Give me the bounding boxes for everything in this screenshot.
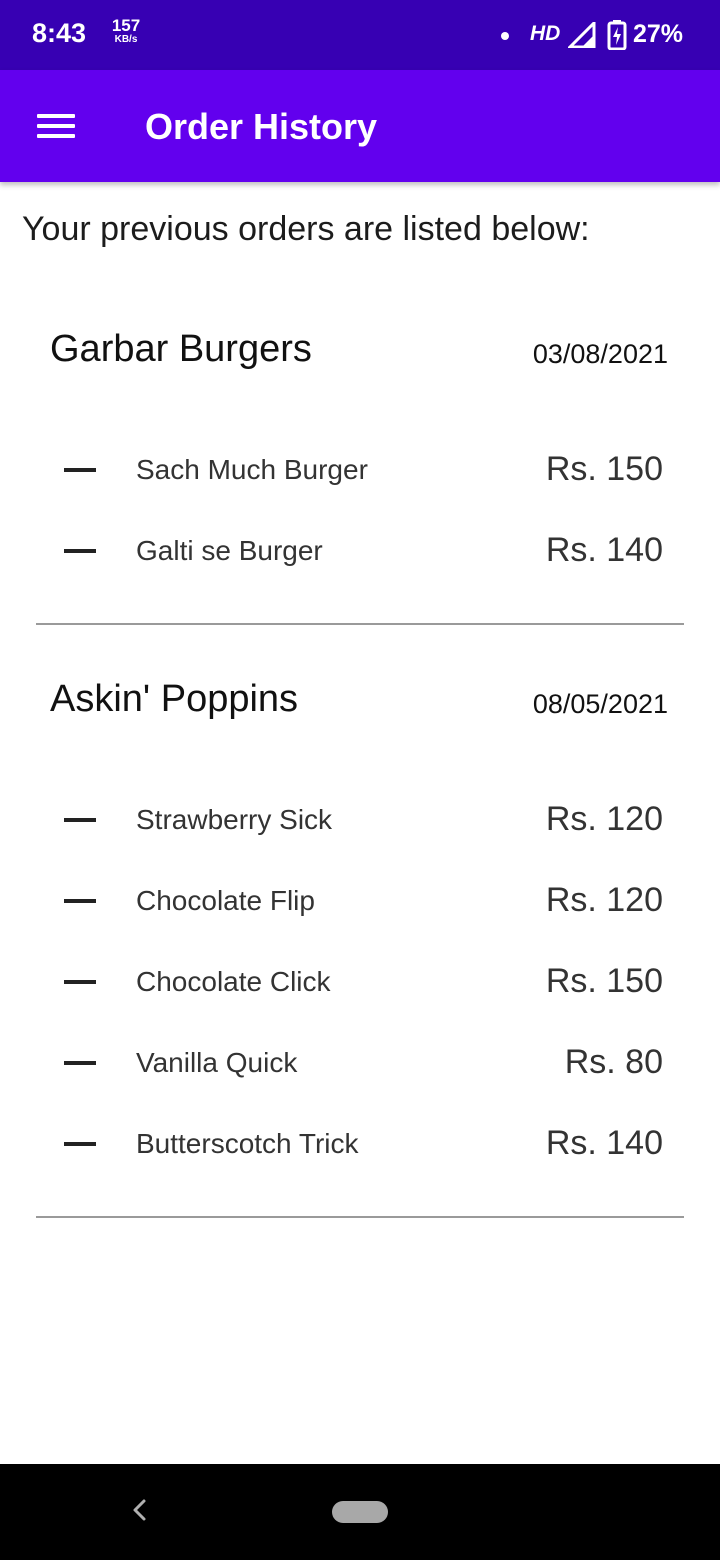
order-item-name: Butterscotch Trick <box>136 1128 359 1159</box>
order-item: Sach Much Burger Rs. 150 <box>0 450 720 500</box>
order-item: Chocolate Click Rs. 150 <box>0 962 720 1012</box>
network-speed: 157 KB/s <box>106 17 146 45</box>
order-restaurant-name: Garbar Burgers <box>50 328 312 370</box>
battery-percentage: 27% <box>633 20 684 48</box>
signal-icon <box>568 22 596 48</box>
dash-icon <box>64 899 96 903</box>
order-item-name: Chocolate Click <box>136 966 331 997</box>
order-restaurant-name: Askin' Poppins <box>50 678 299 720</box>
order-item-name: Sach Much Burger <box>136 454 368 485</box>
dash-icon <box>64 980 96 984</box>
order-item-price: Rs. 150 <box>545 962 663 1000</box>
order-divider <box>36 1216 684 1218</box>
dash-icon <box>64 549 96 553</box>
order-item-price: Rs. 140 <box>545 1124 663 1162</box>
order-item-price: Rs. 120 <box>545 800 663 838</box>
order-date: 03/08/2021 <box>532 339 668 369</box>
order-item-price: Rs. 80 <box>564 1043 663 1081</box>
order-divider <box>36 623 684 625</box>
back-chevron-icon[interactable] <box>126 1496 154 1524</box>
order-item-name: Strawberry Sick <box>136 804 333 835</box>
order-item: Galti se Burger Rs. 140 <box>0 531 720 581</box>
battery-charging-icon <box>607 20 627 50</box>
dash-icon <box>64 818 96 822</box>
order-item: Vanilla Quick Rs. 80 <box>0 1043 720 1093</box>
order-item-name: Vanilla Quick <box>136 1047 298 1078</box>
order-item: Butterscotch Trick Rs. 140 <box>0 1124 720 1174</box>
app-bar: Order History <box>0 70 720 182</box>
order-date: 08/05/2021 <box>532 689 668 719</box>
order-item: Strawberry Sick Rs. 120 <box>0 800 720 850</box>
network-speed-unit: KB/s <box>114 34 138 45</box>
network-type: HD <box>530 22 561 45</box>
status-time: 8:43 <box>32 18 87 48</box>
hamburger-menu-icon[interactable] <box>26 102 86 150</box>
order-item-price: Rs. 120 <box>545 881 663 919</box>
intro-text: Your previous orders are listed below: <box>22 210 590 248</box>
order-item: Chocolate Flip Rs. 120 <box>0 881 720 931</box>
order-item-price: Rs. 150 <box>545 450 663 488</box>
order-item-name: Galti se Burger <box>136 535 323 566</box>
order-item-price: Rs. 140 <box>545 531 663 569</box>
page-title: Order History <box>145 106 378 147</box>
status-bar: 8:43 157 KB/s HD 27% <box>0 0 720 70</box>
dash-icon <box>64 468 96 472</box>
network-speed-value: 157 <box>111 16 141 35</box>
dash-icon <box>64 1142 96 1146</box>
order-item-name: Chocolate Flip <box>136 885 315 916</box>
notification-dot-icon <box>501 32 509 40</box>
home-pill-icon[interactable] <box>332 1501 388 1523</box>
dash-icon <box>64 1061 96 1065</box>
